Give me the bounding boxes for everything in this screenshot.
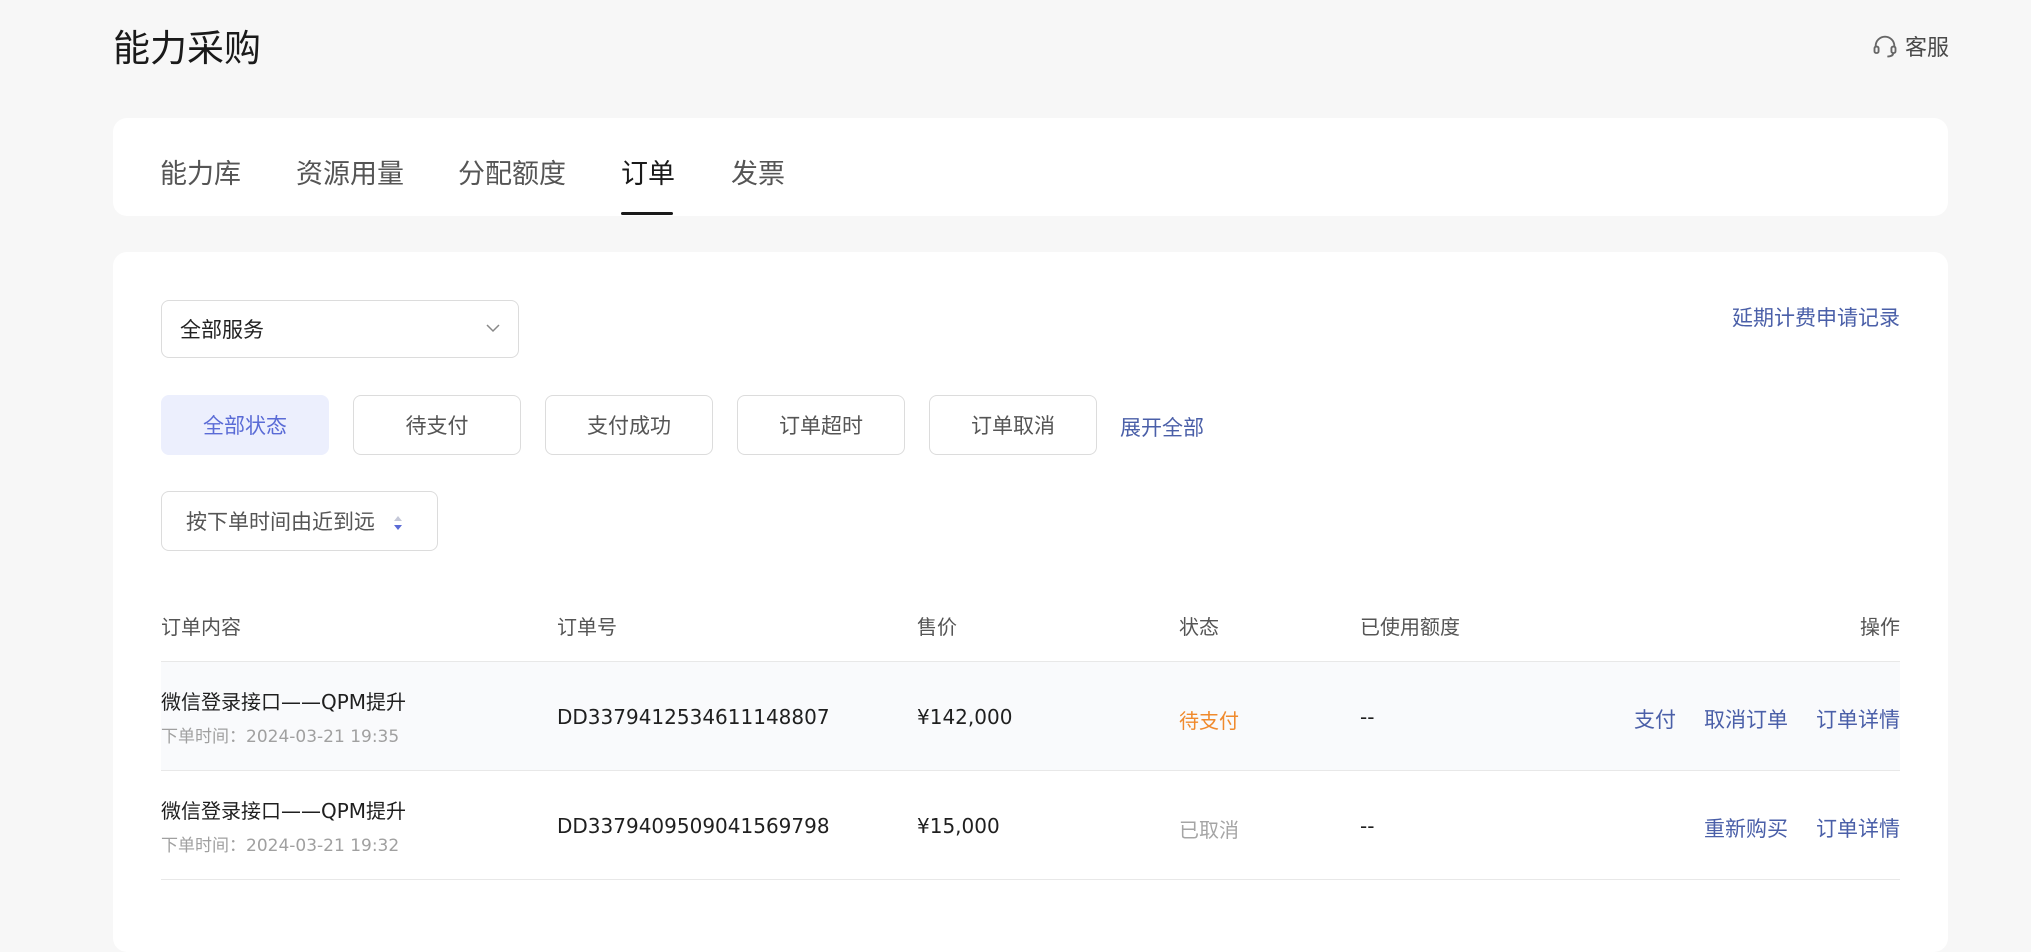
filter-pending-payment[interactable]: 待支付 xyxy=(353,395,521,455)
header-order-content: 订单内容 xyxy=(161,615,241,639)
tab-quota-allocation[interactable]: 分配额度 xyxy=(458,152,566,191)
customer-service-label: 客服 xyxy=(1904,36,1949,61)
order-details-button[interactable]: 订单详情 xyxy=(1816,813,1900,843)
order-number: DD3379412534611148807 xyxy=(557,705,830,729)
status-badge: 待支付 xyxy=(1179,709,1239,733)
headset-icon xyxy=(1873,35,1897,58)
filter-timeout[interactable]: 订单超时 xyxy=(737,395,905,455)
order-price: ¥15,000 xyxy=(917,814,1000,838)
header-operations: 操作 xyxy=(1860,615,1900,639)
page-title: 能力采购 xyxy=(113,27,261,70)
order-title: 微信登录接口——QPM提升 xyxy=(161,690,407,714)
rebuy-button[interactable]: 重新购买 xyxy=(1704,813,1788,843)
cancel-order-button[interactable]: 取消订单 xyxy=(1704,704,1788,734)
order-number: DD3379409509041569798 xyxy=(557,814,830,838)
deferred-billing-records-link[interactable]: 延期计费申请记录 xyxy=(1732,302,1900,332)
filter-all-status[interactable]: 全部状态 xyxy=(161,395,329,455)
active-tab-indicator xyxy=(621,212,673,215)
customer-service-button[interactable]: 客服 xyxy=(1871,30,1949,62)
used-quota: -- xyxy=(1360,705,1375,729)
tab-capability-library[interactable]: 能力库 xyxy=(160,152,241,191)
tab-invoices[interactable]: 发票 xyxy=(731,152,785,191)
status-badge: 已取消 xyxy=(1179,818,1239,842)
tab-bar: 能力库 资源用量 分配额度 订单 发票 xyxy=(113,118,1948,216)
expand-all-link[interactable]: 展开全部 xyxy=(1120,412,1204,442)
tab-resource-usage[interactable]: 资源用量 xyxy=(296,152,404,191)
pay-button[interactable]: 支付 xyxy=(1634,704,1676,734)
service-select-value: 全部服务 xyxy=(180,318,264,342)
order-details-button[interactable]: 订单详情 xyxy=(1816,704,1900,734)
filter-cancelled[interactable]: 订单取消 xyxy=(929,395,1097,455)
order-title: 微信登录接口——QPM提升 xyxy=(161,799,407,823)
order-time: 下单时间：2024-03-21 19:35 xyxy=(161,727,400,747)
chevron-down-icon xyxy=(486,324,500,333)
table-row: 微信登录接口——QPM提升 下单时间：2024-03-21 19:35 DD33… xyxy=(161,662,1900,771)
table-row: 微信登录接口——QPM提升 下单时间：2024-03-21 19:32 DD33… xyxy=(161,771,1900,880)
row-actions: 支付 取消订单 订单详情 xyxy=(1634,704,1900,734)
orders-panel: 全部服务 延期计费申请记录 全部状态 待支付 支付成功 订单超时 订单取消 展开… xyxy=(113,252,1948,952)
header-used-quota: 已使用额度 xyxy=(1360,615,1460,639)
service-select[interactable]: 全部服务 xyxy=(161,300,519,358)
header-price: 售价 xyxy=(917,615,957,639)
tab-orders[interactable]: 订单 xyxy=(621,152,675,191)
order-price: ¥142,000 xyxy=(917,705,1013,729)
row-actions: 重新购买 订单详情 xyxy=(1704,813,1900,843)
filter-paid[interactable]: 支付成功 xyxy=(545,395,713,455)
sort-label: 按下单时间由近到远 xyxy=(186,510,375,534)
used-quota: -- xyxy=(1360,814,1375,838)
order-time: 下单时间：2024-03-21 19:32 xyxy=(161,836,400,856)
header-status: 状态 xyxy=(1179,615,1219,639)
sort-dropdown[interactable]: 按下单时间由近到远 xyxy=(161,491,438,551)
header-order-number: 订单号 xyxy=(557,615,617,639)
sort-updown-icon xyxy=(394,516,402,530)
